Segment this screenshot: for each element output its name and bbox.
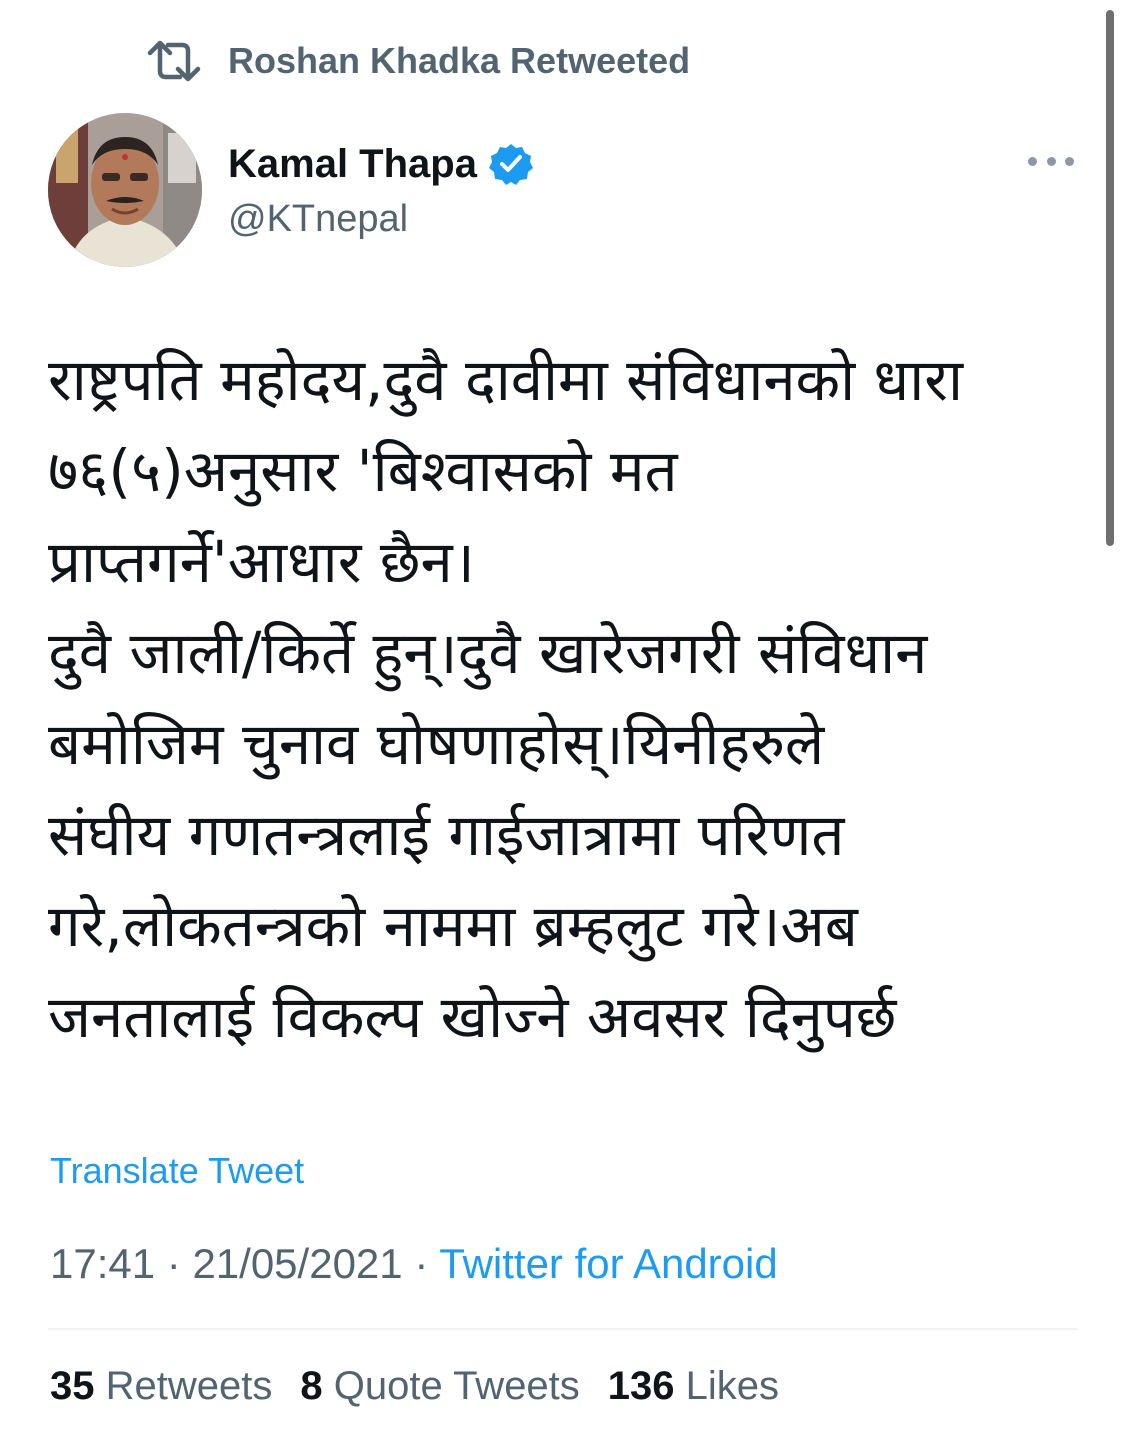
- verified-badge-icon: [488, 142, 533, 186]
- tweet-time: 17:41: [50, 1240, 156, 1287]
- tweet-line: राष्ट्रपति महोदय,दुवै दावीमा संविधानको ध…: [48, 346, 963, 414]
- retweet-icon: [146, 39, 202, 83]
- retweets-count: 35: [50, 1364, 106, 1408]
- author-name[interactable]: Kamal Thapa: [228, 142, 477, 187]
- more-dot: [1046, 156, 1056, 166]
- author-block[interactable]: Kamal Thapa @KTnepal: [228, 138, 533, 241]
- more-options-icon[interactable]: [1028, 148, 1074, 174]
- retweet-banner[interactable]: Roshan Khadka Retweeted: [146, 36, 690, 86]
- scrollbar[interactable]: [1106, 10, 1114, 546]
- divider: [48, 1328, 1078, 1330]
- avatar[interactable]: [48, 113, 202, 267]
- more-dot: [1065, 156, 1074, 166]
- translate-tweet-link[interactable]: Translate Tweet: [50, 1150, 304, 1192]
- tweet-line: प्राप्तगर्ने'आधार छैन।: [48, 528, 475, 596]
- quote-tweets-label: Quote Tweets: [333, 1364, 580, 1408]
- tweet-line: संघीय गणतन्त्रलाई गाईजात्रामा परिणत: [48, 801, 845, 869]
- retweets-stat[interactable]: 35 Retweets: [50, 1364, 272, 1409]
- likes-count: 136: [607, 1364, 686, 1408]
- tweet-text: राष्ट्रपति महोदय,दुवै दावीमा संविधानको ध…: [48, 335, 1078, 1063]
- tweet-line: ७६(५)अनुसार 'बिश्वासको मत: [48, 437, 678, 505]
- meta-separator: ·: [166, 1240, 193, 1287]
- quote-tweets-stat[interactable]: 8 Quote Tweets: [300, 1364, 579, 1409]
- more-dot: [1028, 156, 1037, 166]
- tweet-stats: 35 Retweets 8 Quote Tweets 136 Likes: [50, 1364, 807, 1409]
- tweet-line: जनतालाई विकल्प खोज्ने अवसर दिनुपर्छ: [48, 983, 897, 1051]
- quote-tweets-count: 8: [300, 1364, 334, 1408]
- retweet-banner-text: Roshan Khadka Retweeted: [228, 40, 691, 81]
- tweet-meta: 17:41 · 21/05/2021 · Twitter for Android: [50, 1240, 778, 1288]
- retweets-label: Retweets: [105, 1364, 273, 1408]
- likes-stat[interactable]: 136 Likes: [608, 1364, 779, 1409]
- likes-label: Likes: [685, 1364, 780, 1408]
- author-handle[interactable]: @KTnepal: [228, 198, 533, 241]
- tweet-date: 21/05/2021: [192, 1240, 403, 1287]
- tweet-source-link[interactable]: Twitter for Android: [439, 1240, 777, 1287]
- tweet-line: गरे,लोकतन्त्रको नाममा ब्रम्हलुट गरे।अब: [48, 892, 858, 960]
- tweet-line: बमोजिम चुनाव घोषणाहोस्।यिनीहरुले: [48, 710, 825, 778]
- meta-separator: ·: [414, 1240, 440, 1287]
- avatar-photo: [48, 113, 202, 267]
- tweet-line: दुवै जाली/किर्ते हुन्।दुवै खारेजगरी संवि…: [48, 619, 928, 687]
